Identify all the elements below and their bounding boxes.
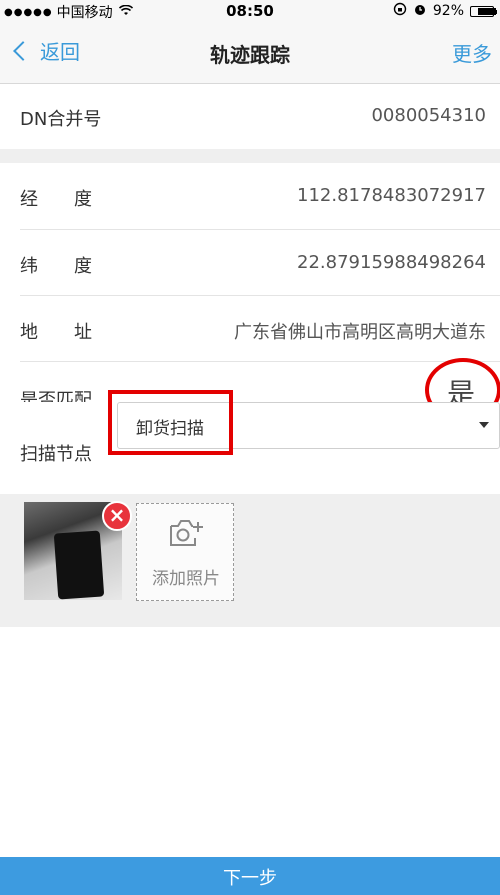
navigation-bar: 返回 轨迹跟踪 更多 <box>0 22 500 84</box>
longitude-value: 112.8178483072917 <box>297 185 486 206</box>
dn-value: 0080054310 <box>371 105 486 126</box>
latitude-value: 22.87915988498264 <box>297 252 486 273</box>
add-photo-button[interactable]: 添加照片 <box>136 503 234 601</box>
dn-label: DN合并号 <box>20 109 102 130</box>
add-camera-icon <box>167 518 203 548</box>
latitude-row: 纬 度 22.87915988498264 <box>0 230 500 295</box>
section-gap <box>0 149 500 163</box>
more-button[interactable]: 更多 <box>452 38 492 67</box>
address-value: 广东省佛山市高明区高明大道东 <box>234 322 486 343</box>
battery-icon <box>470 5 497 17</box>
latitude-label: 纬 度 <box>20 256 92 277</box>
scan-node-label: 扫描节点 <box>20 444 92 465</box>
address-label: 地 址 <box>20 322 92 343</box>
longitude-row: 经 度 112.8178483072917 <box>0 163 500 229</box>
status-bar: ●●●●● 中国移动 08:50 92% <box>0 0 500 22</box>
caret-down-icon <box>479 422 489 428</box>
delete-photo-button[interactable]: × <box>102 501 132 531</box>
address-row: 地 址 广东省佛山市高明区高明大道东 <box>0 296 500 361</box>
battery-fill <box>478 7 497 15</box>
scan-node-highlight-box <box>108 390 233 455</box>
battery-percent: 92% <box>432 3 464 19</box>
status-right: 92% <box>387 2 497 20</box>
alarm-icon <box>413 2 427 20</box>
longitude-label: 经 度 <box>20 189 92 210</box>
page-title: 轨迹跟踪 <box>210 43 290 67</box>
photo-subject <box>53 530 105 600</box>
rotation-lock-icon <box>393 2 407 20</box>
next-step-button[interactable]: 下一步 <box>0 857 500 895</box>
dn-row: DN合并号 0080054310 <box>0 85 500 149</box>
add-photo-label: 添加照片 <box>152 569 220 589</box>
